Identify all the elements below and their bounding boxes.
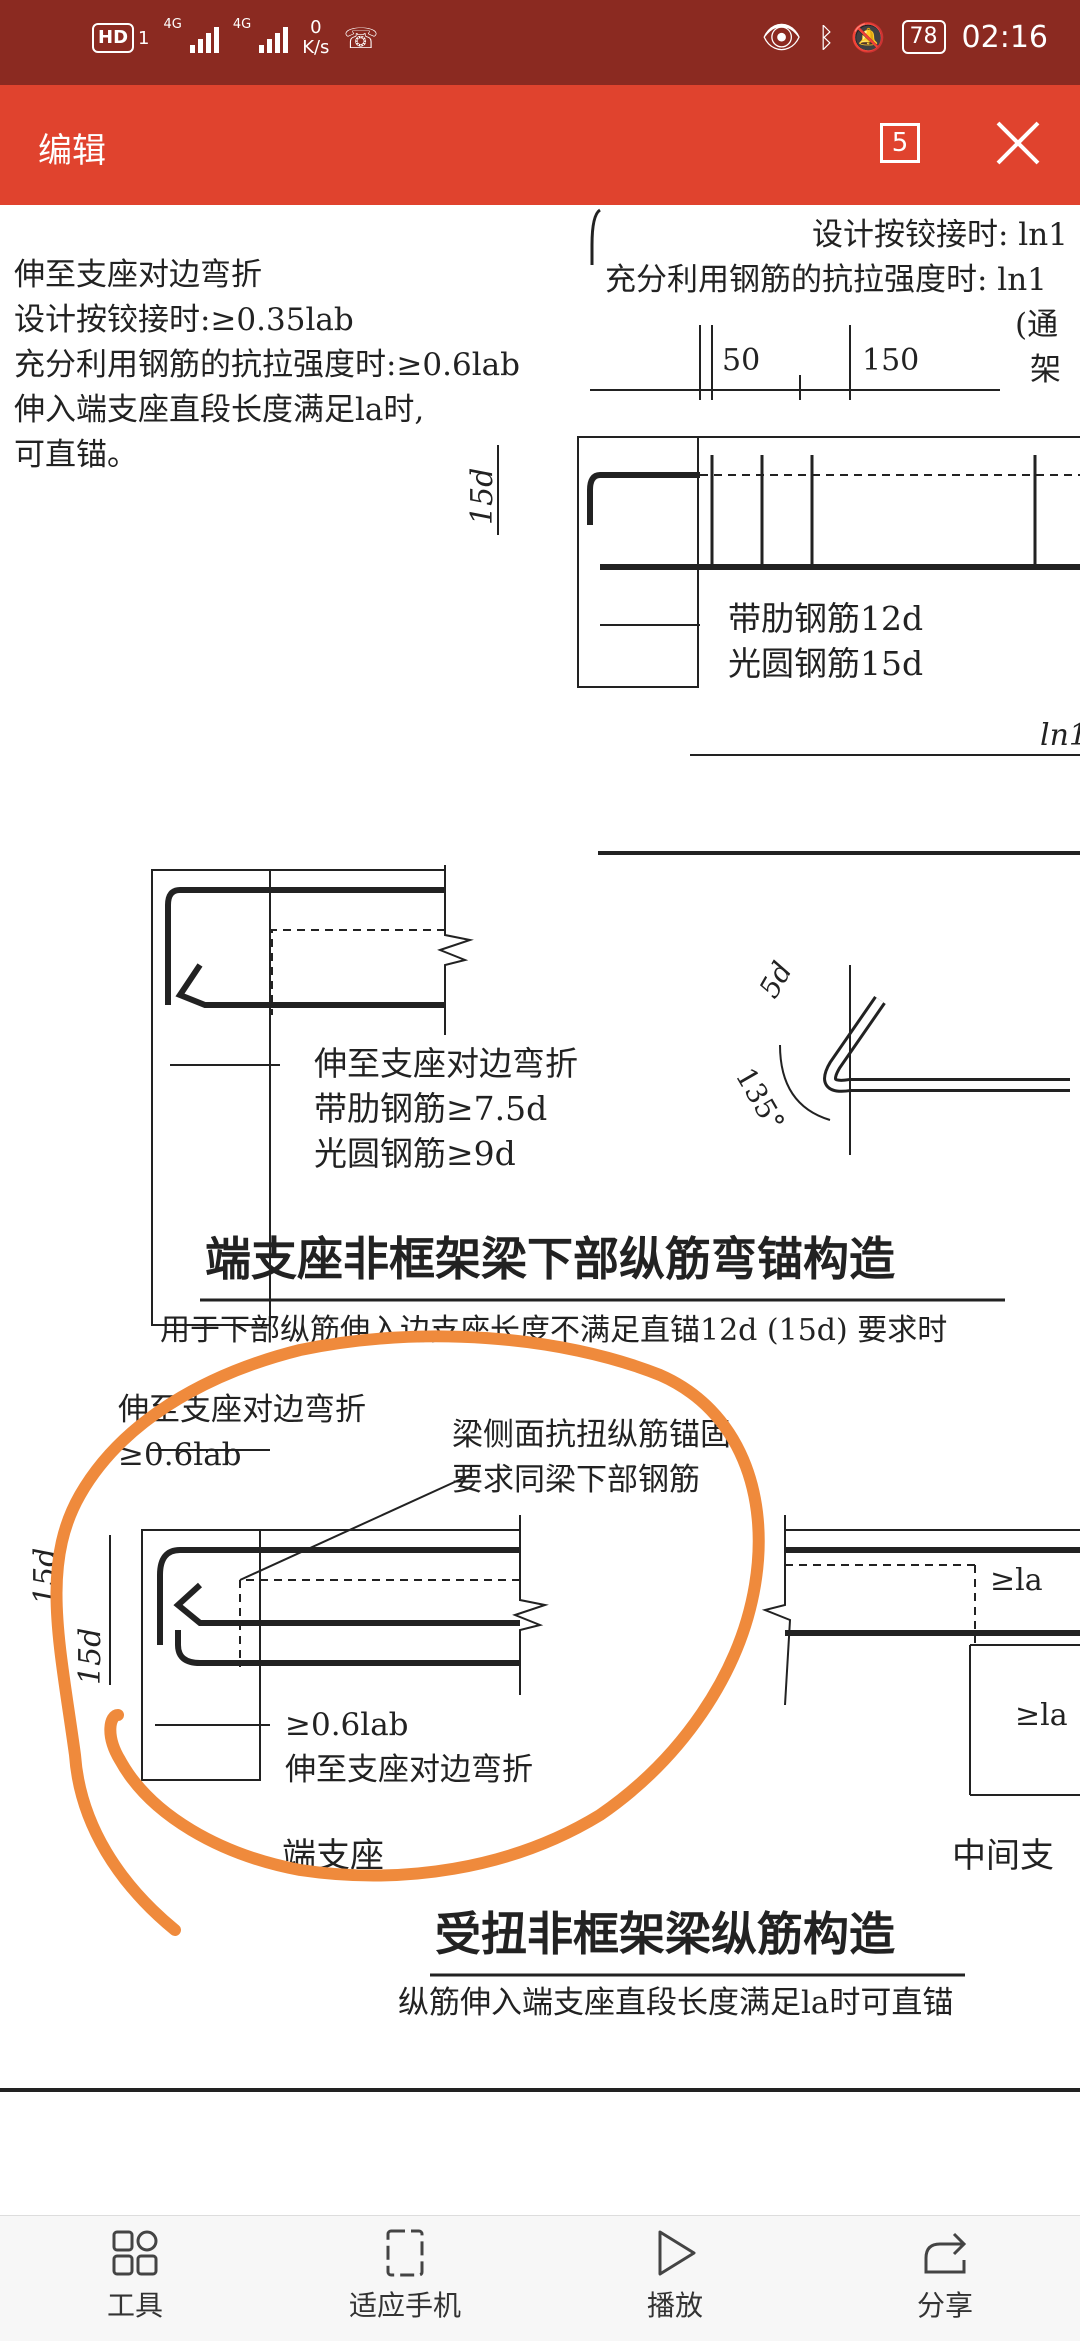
section-subtitle: 纵筋伸入端支座直段长度满足la时可直锚 [398, 1985, 953, 2021]
status-bar: HD 1 4G 4G 0 K/s ☏ 👁 ᛒ 🔕 78 02:16 [0, 0, 1080, 85]
edit-button[interactable]: 编辑 [38, 123, 106, 172]
dim-label: 50 [722, 343, 760, 378]
note-line: 伸至支座对边弯折 [314, 1044, 578, 1083]
note-line: ≥0.6lab [285, 1707, 409, 1743]
network-type-1: 4G [163, 17, 182, 32]
dim-label: ≥la [990, 1563, 1043, 1598]
mute-icon: 🔕 [850, 20, 886, 54]
dim-label: 15d [465, 468, 500, 525]
page-count-button[interactable]: 5 [880, 123, 920, 163]
sim-indicator: 1 [138, 27, 150, 49]
dim-label: 150 [862, 343, 919, 378]
note-line: 架 [1030, 352, 1061, 388]
note-line: 充分利用钢筋的抗拉强度时: ln1 [605, 262, 1047, 298]
drawing-page: 伸至支座对边弯折 设计按铰接时:≥0.35lab 充分利用钢筋的抗拉强度时:≥0… [0, 208, 1080, 2092]
note-line: 可直锚。 [14, 437, 138, 473]
note-line: 要求同梁下部钢筋 [452, 1462, 700, 1498]
tools-label: 工具 [106, 2289, 163, 2322]
note-line: ≥0.6lab [118, 1437, 242, 1473]
bottom-toolbar: 工具 适应手机 播放 分享 [0, 2215, 1080, 2341]
fit-phone-label: 适应手机 [348, 2289, 461, 2322]
fit-screen-icon [386, 2229, 424, 2277]
dim-label: ln1 [1040, 718, 1080, 753]
battery-icon: 78 [901, 20, 946, 54]
fit-phone-button[interactable]: 适应手机 [305, 2228, 505, 2324]
network-speed: 0 K/s [302, 17, 330, 58]
share-label: 分享 [916, 2289, 973, 2322]
note-line: 充分利用钢筋的抗拉强度时:≥0.6lab [14, 347, 520, 383]
lower-beam-diagram [109, 1449, 1080, 1796]
share-button[interactable]: 分享 [845, 2228, 1045, 2324]
time: 02:16 [961, 19, 1048, 55]
call-icon: ☏ [343, 21, 379, 55]
signal-icon-1 [189, 23, 219, 53]
close-icon[interactable] [990, 115, 1046, 171]
share-icon [924, 2232, 967, 2274]
note-line: 梁侧面抗扭纵筋锚固 [452, 1417, 731, 1453]
top-beam-diagram [497, 208, 1080, 855]
support-label: 中间支 [952, 1836, 1054, 1876]
play-icon [658, 2230, 696, 2276]
note-line: 带肋钢筋≥7.5d [314, 1089, 547, 1128]
top-toolbar: 编辑 5 [0, 85, 1080, 205]
play-button[interactable]: 播放 [575, 2228, 775, 2324]
note-line: 伸入端支座直段长度满足la时, [14, 392, 424, 428]
dim-label: ≥la [1015, 1698, 1068, 1733]
signal-icon-2 [259, 23, 289, 53]
tools-button[interactable]: 工具 [35, 2228, 235, 2324]
network-type-2: 4G [232, 17, 252, 32]
bluetooth-icon: ᛒ [817, 20, 835, 54]
note-line: (通 [1015, 307, 1058, 343]
note-line: 设计按铰接时: ln1 [812, 217, 1068, 253]
dim-label: 5d [752, 956, 798, 1003]
hd-badge: HD [92, 23, 135, 53]
note-line: 伸至支座对边弯折 [14, 257, 262, 293]
section-title: 端支座非框架梁下部纵筋弯锚构造 [205, 1232, 895, 1286]
section-title: 受扭非框架梁纵筋构造 [435, 1907, 895, 1961]
document-view[interactable]: 伸至支座对边弯折 设计按铰接时:≥0.35lab 充分利用钢筋的抗拉强度时:≥0… [0, 205, 1080, 2215]
note-line: 设计按铰接时:≥0.35lab [14, 302, 354, 338]
dim-label: 15d [73, 1628, 108, 1685]
note-line: 光圆钢筋15d [728, 644, 923, 683]
grid-icon [112, 2230, 158, 2276]
eye-icon: 👁 [761, 18, 802, 56]
note-line: 光圆钢筋≥9d [314, 1134, 516, 1173]
dim-label: 135° [729, 1062, 791, 1137]
note-line: 伸至支座对边弯折 [285, 1752, 533, 1788]
play-label: 播放 [646, 2289, 703, 2322]
note-line: 带肋钢筋12d [728, 599, 923, 638]
